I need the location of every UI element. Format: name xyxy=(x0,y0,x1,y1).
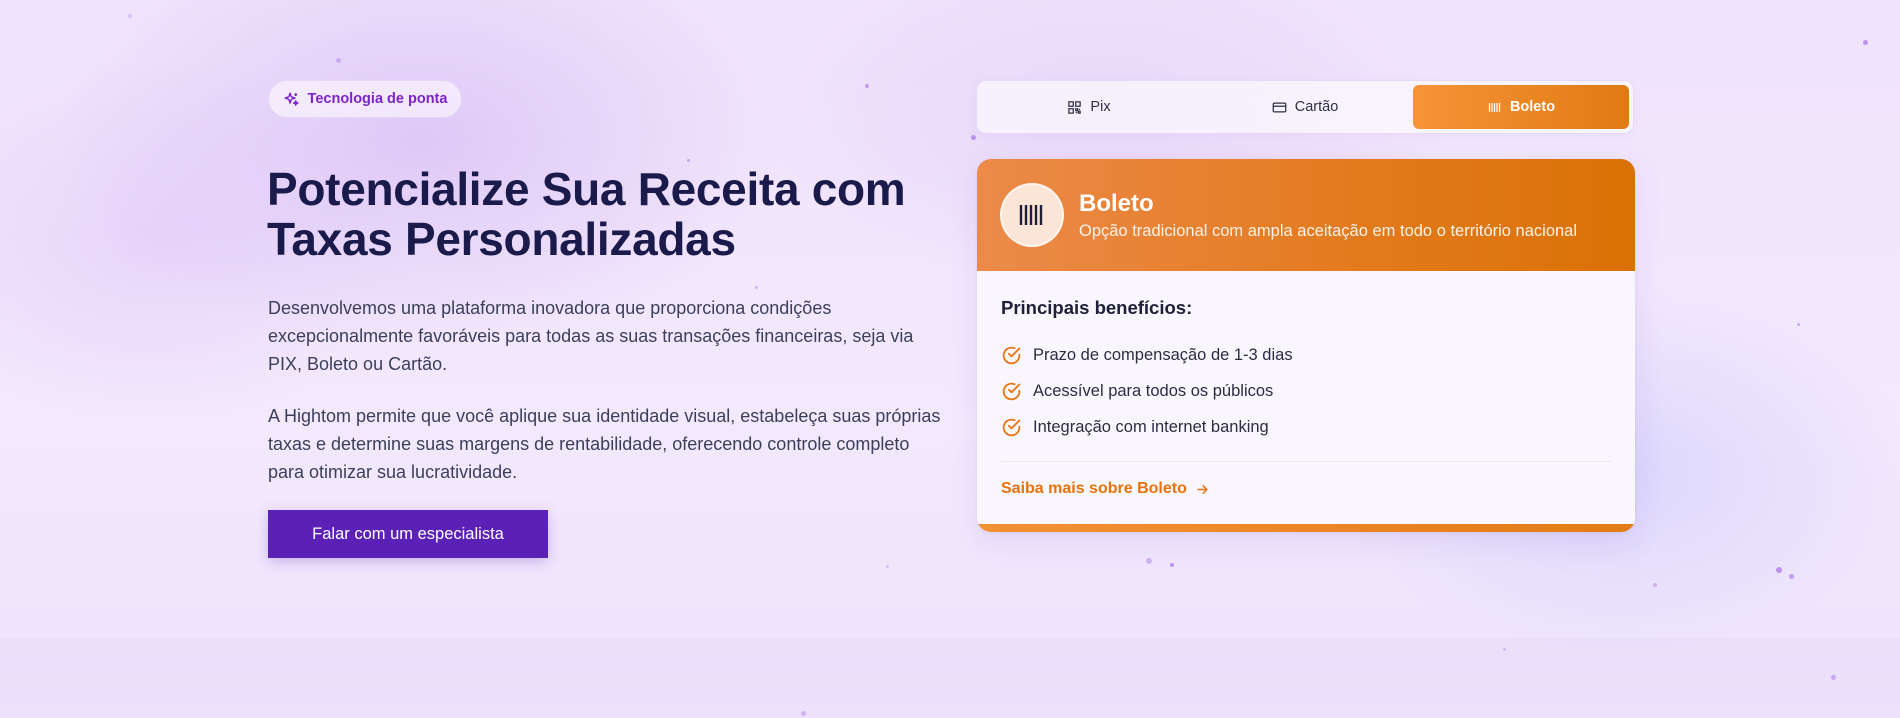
card-title: Boleto xyxy=(1079,189,1154,217)
decorative-dot xyxy=(1170,563,1174,567)
payment-method-card: Boleto Opção tradicional com ampla aceit… xyxy=(977,159,1635,532)
decorative-dot xyxy=(1831,675,1836,680)
divider xyxy=(1001,461,1611,462)
decorative-dot xyxy=(1146,558,1152,564)
tab-cartao-label: Cartão xyxy=(1294,99,1339,115)
barcode-icon xyxy=(1019,205,1043,225)
payment-method-tabs: Pix Cartão Boleto xyxy=(976,80,1634,134)
tech-badge: Tecnologia de ponta xyxy=(268,80,462,118)
bottom-band xyxy=(0,638,1900,718)
decorative-dot xyxy=(1653,583,1657,587)
learn-more-link[interactable]: Saiba mais sobre Boleto xyxy=(1001,480,1611,498)
decorative-dot xyxy=(336,58,341,63)
intro-paragraph: Desenvolvemos uma plataforma inovadora q… xyxy=(268,298,914,374)
benefit-text: Prazo de compensação de 1-3 dias xyxy=(1033,345,1293,364)
decorative-dot xyxy=(971,135,976,140)
benefit-text: Integração com internet banking xyxy=(1033,417,1269,436)
list-item: Acessível para todos os públicos xyxy=(1001,373,1611,409)
decorative-dot xyxy=(865,84,869,88)
tab-boleto-label: Boleto xyxy=(1509,99,1556,115)
arrow-right-icon xyxy=(1197,484,1208,494)
decorative-dot xyxy=(128,14,132,18)
decorative-dot xyxy=(1863,40,1868,45)
check-circle-icon xyxy=(1002,382,1021,400)
brand-paragraph: A Hightom permite que você aplique sua i… xyxy=(268,406,941,482)
decorative-dot xyxy=(687,159,690,162)
learn-more-label: Saiba mais sobre Boleto xyxy=(1001,480,1187,497)
talk-to-specialist-button[interactable]: Falar com um especialista xyxy=(268,510,548,558)
barcode-icon xyxy=(1488,102,1501,112)
tab-pix-label: Pix xyxy=(1090,99,1111,115)
decorative-dot xyxy=(1776,567,1782,573)
list-item: Prazo de compensação de 1-3 dias xyxy=(1001,337,1611,373)
decorative-dot xyxy=(1789,574,1794,579)
decorative-dot xyxy=(801,711,806,716)
sparkles-icon xyxy=(283,91,299,106)
benefits-list: Prazo de compensação de 1-3 dias Acessív… xyxy=(1001,337,1611,445)
check-circle-icon xyxy=(1002,346,1021,364)
benefits-heading: Principais benefícios: xyxy=(1001,297,1193,318)
page-title: Potencialize Sua Receita com Taxas Perso… xyxy=(267,163,906,265)
tab-cartao[interactable]: Cartão xyxy=(1197,85,1413,129)
card-body: Principais benefícios: Prazo de compensa… xyxy=(977,271,1635,498)
decorative-dot xyxy=(1503,648,1506,651)
card-subtitle: Opção tradicional com ampla aceitação em… xyxy=(1079,221,1578,240)
list-item: Integração com internet banking xyxy=(1001,409,1611,445)
card-accent-bar xyxy=(977,524,1635,532)
benefit-text: Acessível para todos os públicos xyxy=(1033,381,1274,400)
tech-badge-label: Tecnologia de ponta xyxy=(307,91,448,107)
card-header: Boleto Opção tradicional com ampla aceit… xyxy=(977,159,1635,271)
tab-boleto[interactable]: Boleto xyxy=(1413,85,1629,129)
credit-card-icon xyxy=(1272,102,1287,112)
card-icon-circle xyxy=(1000,183,1064,247)
decorative-dot xyxy=(755,286,758,289)
decorative-dot xyxy=(1797,323,1800,326)
decorative-dot xyxy=(886,565,889,568)
tab-pix[interactable]: Pix xyxy=(981,85,1197,129)
check-circle-icon xyxy=(1002,418,1021,436)
qr-code-icon xyxy=(1068,100,1082,114)
